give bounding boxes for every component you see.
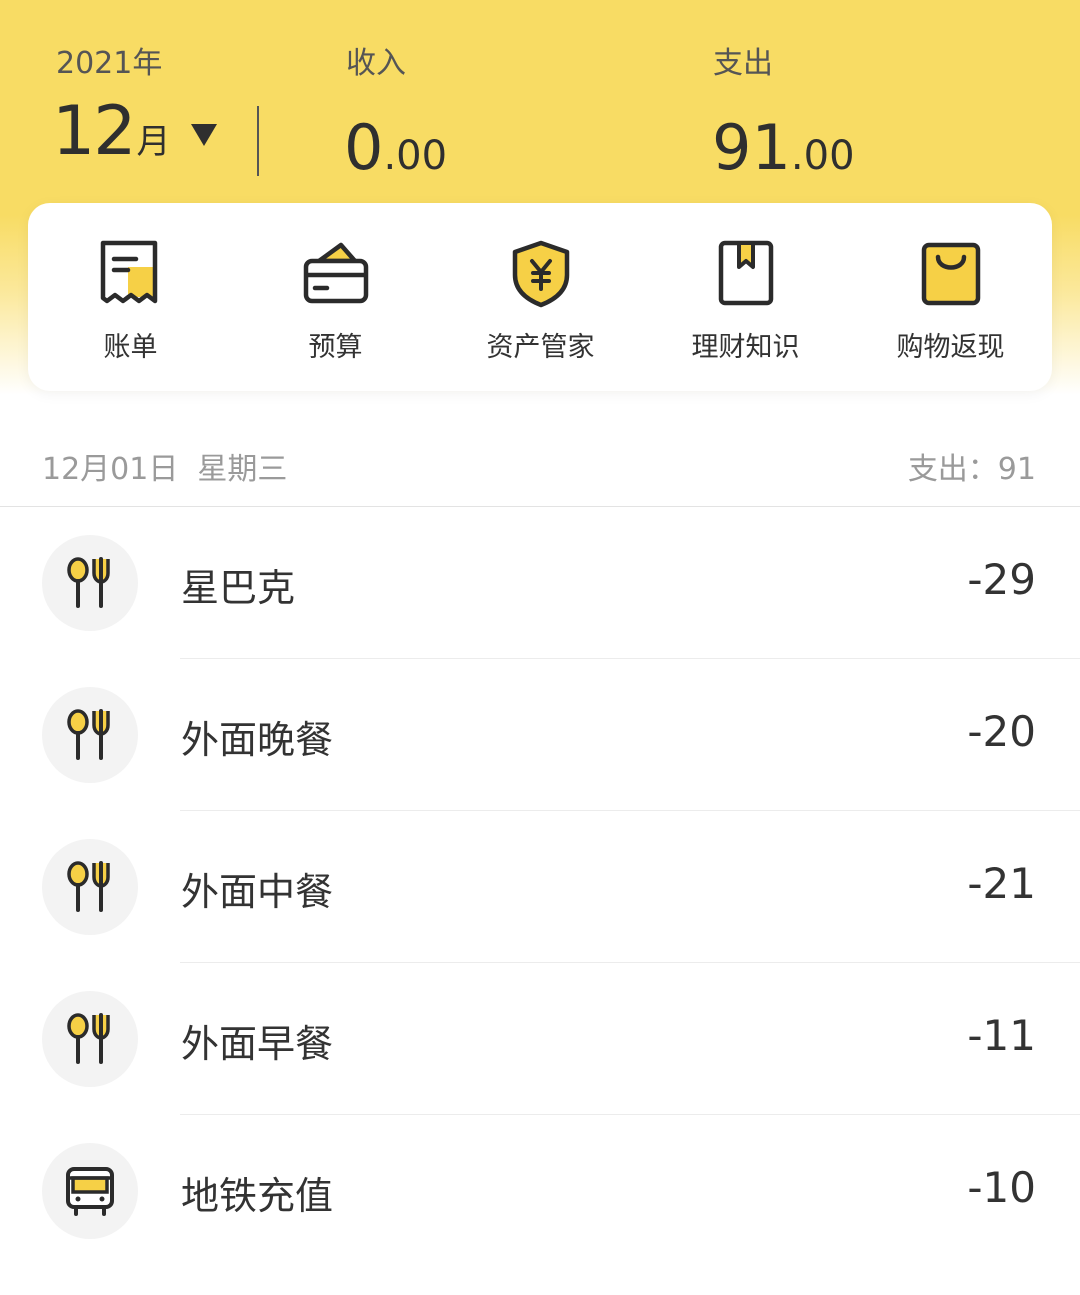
month-selector[interactable]: 12 月 [52,92,217,172]
day-expense-summary: 支出：91 [907,452,1036,487]
dining-icon [67,557,110,608]
year-label: 2021年 [56,46,163,81]
menu-shopping-cashback-label: 购物返现 [896,332,1005,363]
menu-assets[interactable]: 资产管家 [438,203,643,391]
transaction-row[interactable]: 外面晚餐 -20 [0,659,1080,811]
header-divider [257,106,259,176]
month-unit: 月 [136,122,171,162]
shopping-bag-icon [921,242,981,306]
income-amount: 0.00 [344,111,448,184]
dining-icon [67,861,110,912]
caret-down-icon [190,124,217,146]
menu-finance-knowledge-label: 理财知识 [691,332,800,363]
transaction-row[interactable]: 地铁充值 -10 [0,1115,1080,1267]
dining-icon [67,709,110,760]
transaction-name: 外面中餐 [181,870,334,914]
transaction-name: 地铁充值 [181,1174,334,1218]
receipt-icon [100,240,158,304]
transaction-amount: -11 [967,1011,1036,1060]
transaction-amount: -29 [967,555,1036,604]
wallet-icon [303,242,369,304]
quick-menu-card: 账单 预算 资产管家 理财知识 购物返现 [28,203,1052,391]
menu-bill[interactable]: 账单 [28,203,233,391]
menu-budget-label: 预算 [308,332,363,363]
transaction-row[interactable]: 外面中餐 -21 [0,811,1080,963]
category-avatar [42,535,138,631]
category-avatar [42,991,138,1087]
transaction-name: 外面早餐 [181,1022,334,1066]
transaction-name: 星巴克 [181,566,296,610]
income-label: 收入 [346,46,406,81]
category-avatar [42,839,138,935]
transaction-amount: -21 [967,859,1036,908]
expense-label: 支出 [713,46,773,81]
menu-budget[interactable]: 预算 [233,203,438,391]
menu-assets-label: 资产管家 [486,332,595,363]
bus-icon [66,1167,114,1216]
dining-icon [67,1013,110,1064]
transaction-row[interactable]: 星巴克 -29 [0,507,1080,659]
category-avatar [42,1143,138,1239]
transaction-amount: -20 [967,707,1036,756]
book-icon [718,240,774,306]
shield-yuan-icon [512,240,570,308]
menu-shopping-cashback[interactable]: 购物返现 [848,203,1053,391]
transaction-row[interactable]: 外面早餐 -11 [0,963,1080,1115]
transaction-name: 外面晚餐 [181,718,334,762]
category-avatar [42,687,138,783]
menu-bill-label: 账单 [103,332,158,363]
menu-finance-knowledge[interactable]: 理财知识 [643,203,848,391]
month-number: 12 [52,92,137,171]
transaction-amount: -10 [967,1163,1036,1212]
day-date: 12月01日 星期三 [42,452,288,487]
expense-amount: 91.00 [712,111,855,184]
day-header: 12月01日 星期三 支出：91 [0,420,1080,507]
